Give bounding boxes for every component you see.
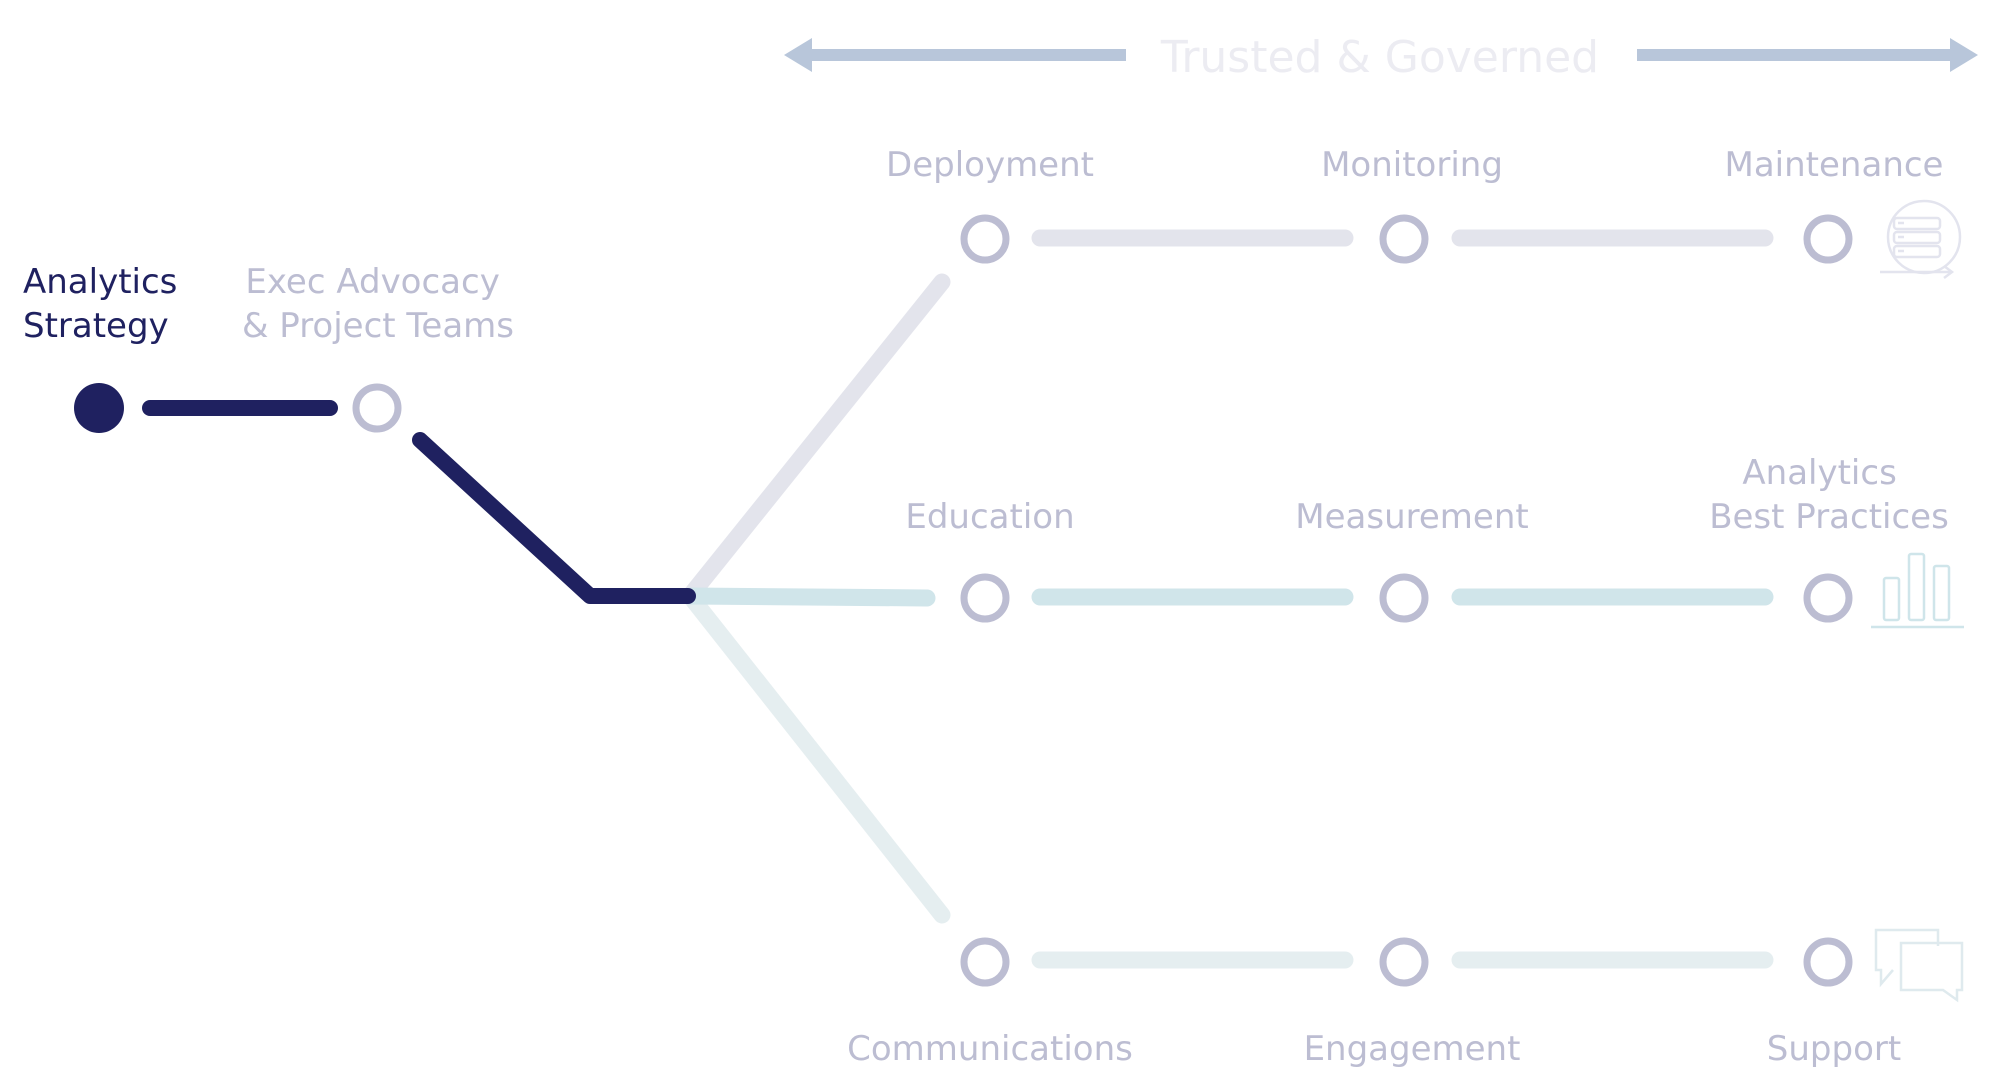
active-path xyxy=(142,400,696,604)
node-maintenance[interactable] xyxy=(1803,214,1853,264)
label-communications: Communications xyxy=(847,1029,1133,1067)
branch-tracks xyxy=(681,229,1774,969)
label-analytics-best-practices: Analytics Best Practices xyxy=(1709,453,1949,537)
label-deployment: Deployment xyxy=(886,145,1094,185)
label-measurement: Measurement xyxy=(1295,497,1528,537)
active-segment-2 xyxy=(412,432,696,604)
label-education: Education xyxy=(905,497,1074,537)
label-exec-advocacy: Exec Advocacy & Project Teams xyxy=(242,262,514,346)
label-analytics-strategy: Analytics Strategy xyxy=(23,262,188,346)
label-support: Support xyxy=(1767,1029,1901,1067)
branch-bottom: Communications Engagement Support xyxy=(847,928,1964,1067)
branch-top: Deployment Monitoring Maintenance xyxy=(886,145,1962,279)
label-maintenance: Maintenance xyxy=(1725,145,1944,185)
node-communications[interactable] xyxy=(960,937,1010,987)
analytics-roadmap-diagram: Trusted & Governed Analytics Strategy Ex… xyxy=(23,32,1978,1067)
header-title: Trusted & Governed xyxy=(1160,32,1599,83)
track-middle-lead xyxy=(681,587,936,607)
node-deployment[interactable] xyxy=(960,214,1010,264)
label-engagement: Engagement xyxy=(1304,1029,1521,1067)
node-education[interactable] xyxy=(960,573,1010,623)
node-engagement[interactable] xyxy=(1379,937,1429,987)
chat-bubbles-icon xyxy=(1874,928,1964,1003)
arrow-left-icon xyxy=(784,38,1126,72)
arrow-right-icon xyxy=(1637,38,1978,72)
node-monitoring[interactable] xyxy=(1379,214,1429,264)
label-monitoring: Monitoring xyxy=(1321,145,1503,185)
node-measurement[interactable] xyxy=(1379,573,1429,623)
server-maintenance-icon xyxy=(1880,199,1962,279)
track-bottom-diagonal xyxy=(681,587,951,924)
track-top-diagonal xyxy=(681,273,951,605)
header: Trusted & Governed xyxy=(784,32,1978,83)
node-analytics-strategy[interactable] xyxy=(74,383,124,433)
node-support[interactable] xyxy=(1803,937,1853,987)
bar-chart-icon xyxy=(1871,552,1964,629)
node-analytics-best-practices[interactable] xyxy=(1803,573,1853,623)
node-exec-advocacy[interactable] xyxy=(352,383,402,433)
